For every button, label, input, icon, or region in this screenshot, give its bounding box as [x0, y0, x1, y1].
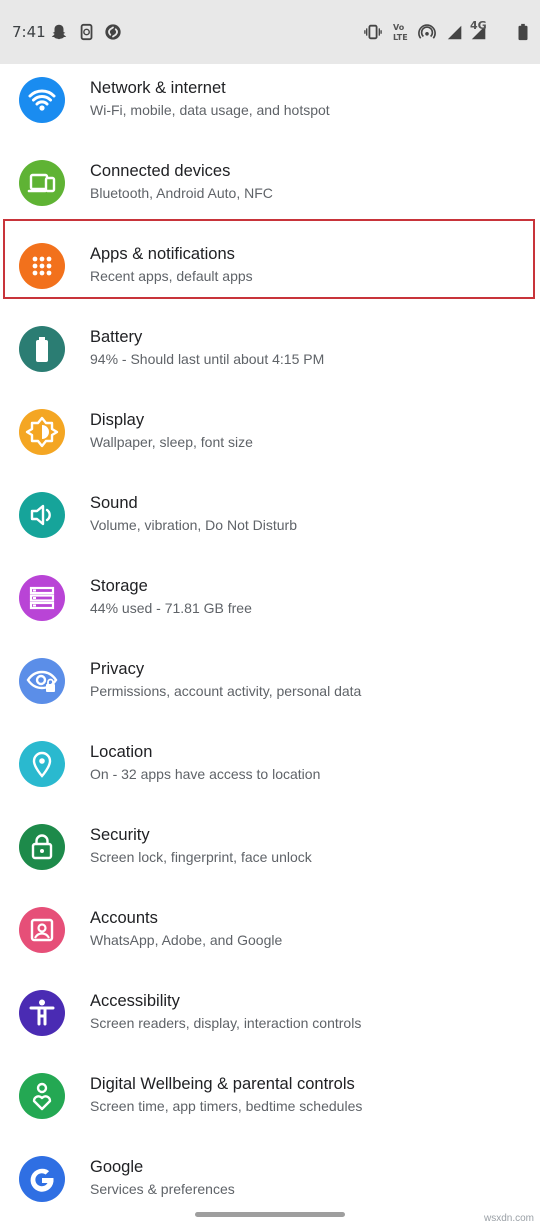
- network-label: 4G: [470, 19, 487, 32]
- settings-item-subtitle: Screen lock, fingerprint, face unlock: [90, 849, 312, 865]
- volume-icon: [19, 492, 65, 538]
- hotspot-icon: [418, 22, 436, 42]
- settings-item-security[interactable]: Security Screen lock, fingerprint, face …: [0, 804, 540, 887]
- volte-label-top: Vo: [393, 23, 405, 32]
- settings-item-subtitle: 44% used - 71.81 GB free: [90, 600, 252, 616]
- settings-item-sound[interactable]: Sound Volume, vibration, Do Not Disturb: [0, 472, 540, 555]
- settings-item-title: Connected devices: [90, 162, 231, 180]
- google-icon: [19, 1156, 65, 1202]
- settings-list: Network & internet Wi-Fi, mobile, data u…: [0, 57, 540, 1219]
- settings-item-privacy[interactable]: Privacy Permissions, account activity, p…: [0, 638, 540, 721]
- settings-item-title: Digital Wellbeing & parental controls: [90, 1075, 355, 1093]
- apps-grid-icon: [19, 243, 65, 289]
- wellbeing-icon: [19, 1073, 65, 1119]
- snapchat-icon: [50, 22, 68, 42]
- settings-item-accounts[interactable]: Accounts WhatsApp, Adobe, and Google: [0, 887, 540, 970]
- settings-item-title: Sound: [90, 494, 138, 512]
- settings-item-title: Accounts: [90, 909, 158, 927]
- settings-item-connected-devices[interactable]: Connected devices Bluetooth, Android Aut…: [0, 140, 540, 223]
- wifi-icon: [19, 77, 65, 123]
- settings-item-subtitle: Services & preferences: [90, 1181, 235, 1197]
- settings-item-subtitle: Permissions, account activity, personal …: [90, 683, 362, 699]
- account-box-icon: [19, 907, 65, 953]
- status-bar: 7:41 Vo LTE 4G: [0, 0, 540, 64]
- watermark: wsxdn.com: [483, 1213, 534, 1224]
- signal-icon: [446, 22, 464, 42]
- settings-item-subtitle: Screen readers, display, interaction con…: [90, 1015, 362, 1031]
- settings-item-title: Google: [90, 1158, 144, 1176]
- devices-icon: [19, 160, 65, 206]
- privacy-eye-icon: [19, 658, 65, 704]
- settings-item-subtitle: On - 32 apps have access to location: [90, 766, 321, 782]
- settings-item-title: Accessibility: [90, 992, 180, 1010]
- settings-item-subtitle: Screen time, app timers, bedtime schedul…: [90, 1098, 363, 1114]
- settings-item-accessibility[interactable]: Accessibility Screen readers, display, i…: [0, 970, 540, 1053]
- settings-item-subtitle: Recent apps, default apps: [90, 268, 253, 284]
- settings-item-subtitle: WhatsApp, Adobe, and Google: [90, 932, 283, 948]
- settings-item-title: Location: [90, 743, 153, 761]
- settings-item-display[interactable]: Display Wallpaper, sleep, font size: [0, 389, 540, 472]
- lock-icon: [19, 824, 65, 870]
- accessibility-icon: [19, 990, 65, 1036]
- settings-item-subtitle: 94% - Should last until about 4:15 PM: [90, 351, 325, 367]
- shazam-icon: [104, 22, 122, 42]
- settings-item-location[interactable]: Location On - 32 apps have access to loc…: [0, 721, 540, 804]
- settings-item-title: Security: [90, 826, 150, 844]
- storage-icon: [19, 575, 65, 621]
- phone-sync-icon: [78, 22, 96, 42]
- settings-item-subtitle: Wi-Fi, mobile, data usage, and hotspot: [90, 102, 330, 118]
- settings-item-title: Storage: [90, 577, 148, 595]
- settings-item-subtitle: Bluetooth, Android Auto, NFC: [90, 185, 273, 201]
- settings-item-title: Apps & notifications: [90, 245, 235, 263]
- settings-item-digital-wellbeing[interactable]: Digital Wellbeing & parental controls Sc…: [0, 1053, 540, 1136]
- settings-item-battery[interactable]: Battery 94% - Should last until about 4:…: [0, 306, 540, 389]
- settings-item-apps-notifications[interactable]: Apps & notifications Recent apps, defaul…: [0, 223, 540, 306]
- settings-item-network[interactable]: Network & internet Wi-Fi, mobile, data u…: [0, 57, 540, 140]
- volte-label-bottom: LTE: [393, 33, 408, 42]
- status-time: 7:41: [12, 23, 46, 41]
- settings-item-subtitle: Wallpaper, sleep, font size: [90, 434, 253, 450]
- settings-item-title: Display: [90, 411, 145, 429]
- settings-item-title: Privacy: [90, 660, 145, 678]
- settings-item-title: Network & internet: [90, 79, 226, 97]
- vibrate-icon: [364, 22, 382, 42]
- brightness-icon: [19, 409, 65, 455]
- settings-item-google[interactable]: Google Services & preferences: [0, 1136, 540, 1219]
- settings-item-subtitle: Volume, vibration, Do Not Disturb: [90, 517, 297, 533]
- settings-item-storage[interactable]: Storage 44% used - 71.81 GB free: [0, 555, 540, 638]
- battery-status-icon: [514, 22, 532, 42]
- gesture-nav-pill[interactable]: [195, 1212, 345, 1217]
- settings-item-title: Battery: [90, 328, 143, 346]
- battery-icon: [19, 326, 65, 372]
- location-pin-icon: [19, 741, 65, 787]
